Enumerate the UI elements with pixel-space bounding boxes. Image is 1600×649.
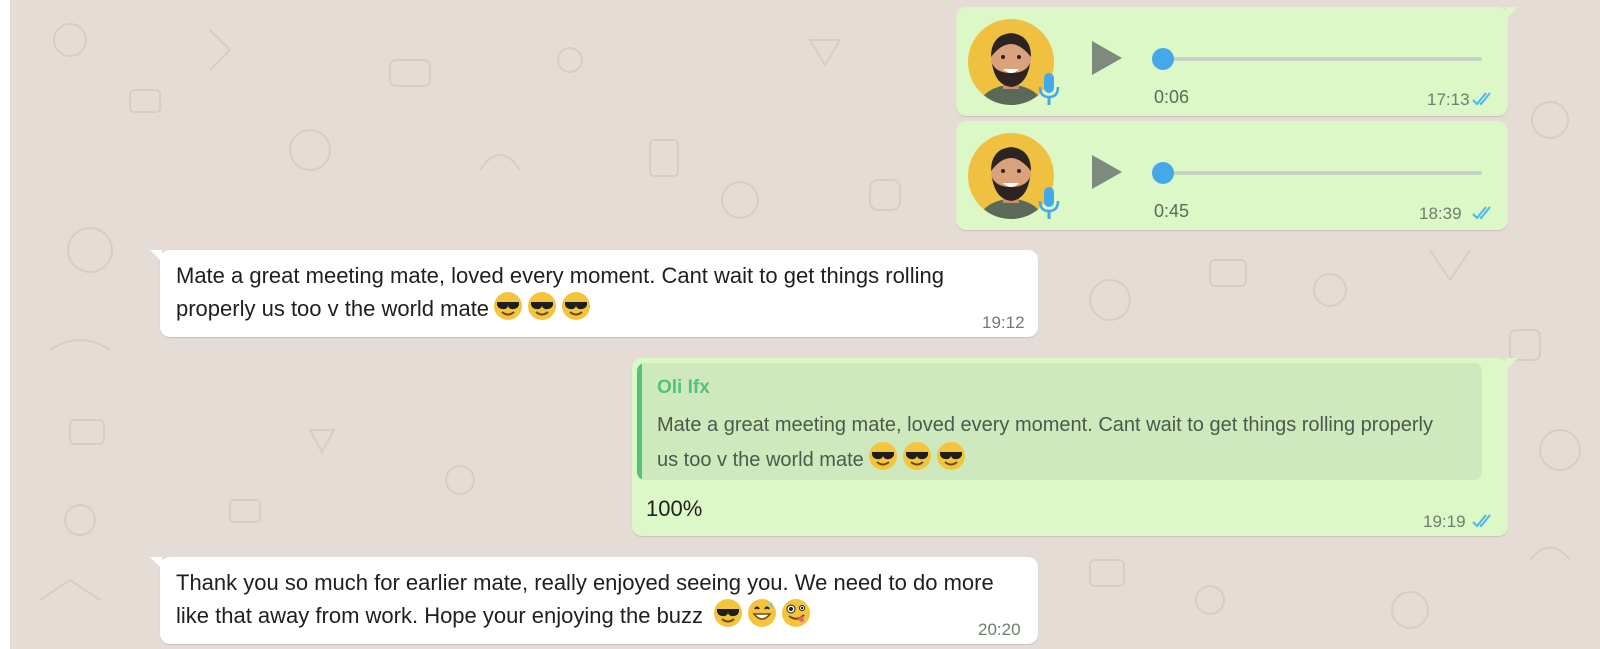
message-text: Thank you so much for earlier mate, real… [176,568,1026,631]
microphone-icon [1038,73,1060,105]
message-line-text: properly us too v the world mate [176,296,490,321]
smiling-face-with-sunglasses-icon [936,442,965,470]
bubble-tail [1506,358,1518,370]
smiling-face-with-sunglasses-icon [528,292,557,320]
audio-progress-track[interactable] [1164,57,1482,61]
smiling-face-with-sunglasses-icon [494,292,523,320]
bubble-tail [1506,7,1518,19]
play-button[interactable] [1092,155,1122,189]
smiling-face-with-sunglasses-icon [562,292,591,320]
smiling-face-with-sunglasses-icon [714,599,743,627]
message-time: 20:20 [978,620,1021,639]
message-time: 18:39 [1419,204,1462,223]
outgoing-reply-bubble: Oli Ifx Mate a great meeting mate, loved… [632,358,1518,536]
double-check-read-icon [1472,206,1491,220]
message-line: properly us too v the world mate [176,291,996,324]
play-button[interactable] [1092,41,1122,75]
quoted-message[interactable]: Oli Ifx Mate a great meeting mate, loved… [637,363,1482,480]
message-line: Thank you so much for earlier mate, real… [176,570,994,595]
message-line: Mate a great meeting mate, loved every m… [176,263,944,288]
incoming-message-bubble: Thank you so much for earlier mate, real… [150,557,1038,644]
audio-progress-knob[interactable] [1152,162,1174,184]
message-time: 19:19 [1423,512,1466,531]
quote-accent-bar [637,363,642,480]
message-text: Mate a great meeting mate, loved every m… [176,261,996,324]
message-time: 17:13 [1427,90,1470,109]
quoted-text: Mate a great meeting mate, loved every m… [657,409,1467,476]
message-time: 19:12 [982,313,1025,332]
quoted-line: Mate a great meeting mate, loved every m… [657,414,1433,436]
microphone-icon [1038,187,1060,219]
left-panel-edge [0,0,10,649]
double-check-read-icon [1472,92,1491,106]
incoming-message-bubble: Mate a great meeting mate, loved every m… [150,250,1038,337]
voice-duration: 0:06 [1154,87,1190,107]
quoted-line: us too v the world mate [657,441,1467,476]
message-text: 100% [646,496,703,521]
grinning-face-with-sweat-icon [748,599,777,627]
quoted-line-text: us too v the world mate [657,449,864,471]
voice-message-bubble: 0:06 17:13 [956,7,1518,116]
message-line: like that away from work. Hope your enjo… [176,598,1026,631]
bubble-tail [150,557,162,569]
audio-progress-track[interactable] [1164,171,1482,175]
quoted-author: Oli Ifx [657,377,710,398]
double-check-read-icon [1472,514,1491,528]
message-line-text: like that away from work. Hope your enjo… [176,603,704,628]
audio-progress-knob[interactable] [1152,48,1174,70]
smiling-face-with-sunglasses-icon [902,442,931,470]
voice-duration: 0:45 [1154,201,1190,221]
smiling-face-with-sunglasses-icon [868,442,897,470]
bubble-tail [150,250,162,262]
zany-face-icon [782,599,811,627]
voice-message-bubble: 0:45 18:39 [956,121,1508,230]
